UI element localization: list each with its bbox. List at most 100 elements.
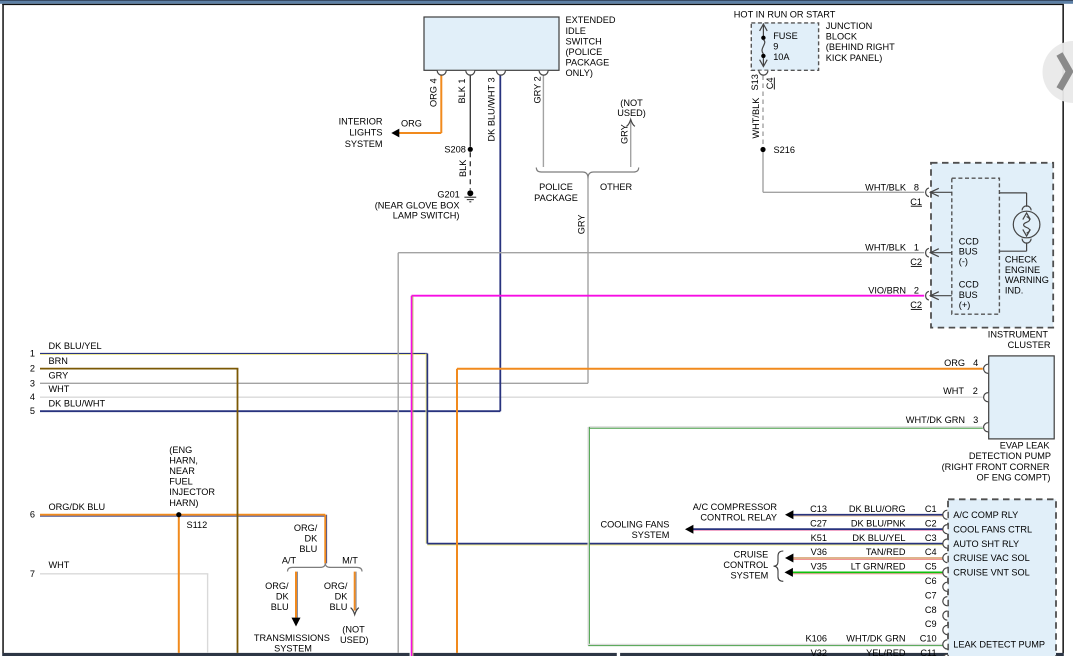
svg-text:OF ENG COMPT): OF ENG COMPT) — [976, 472, 1050, 482]
svg-text:C2: C2 — [925, 518, 937, 528]
svg-text:DK: DK — [276, 592, 290, 602]
svg-text:(POLICE: (POLICE — [566, 47, 603, 57]
svg-text:C7: C7 — [925, 590, 937, 600]
svg-text:WHT/DK GRN: WHT/DK GRN — [846, 634, 905, 644]
svg-text:C2: C2 — [910, 300, 922, 310]
svg-text:WHT: WHT — [49, 560, 70, 570]
svg-text:KICK PANEL): KICK PANEL) — [826, 53, 883, 63]
svg-text:(BEHIND RIGHT: (BEHIND RIGHT — [826, 42, 895, 52]
svg-text:WHT: WHT — [49, 384, 70, 394]
svg-text:ORG: ORG — [401, 119, 422, 129]
svg-text:EVAP LEAK: EVAP LEAK — [1000, 441, 1051, 451]
svg-text:10A: 10A — [773, 52, 790, 62]
svg-text:SYSTEM: SYSTEM — [632, 530, 670, 540]
svg-text:C3: C3 — [925, 533, 937, 543]
svg-text:COOLING FANS: COOLING FANS — [600, 519, 669, 529]
svg-text:BLOCK: BLOCK — [826, 32, 858, 42]
svg-text:PACKAGE: PACKAGE — [534, 193, 578, 203]
svg-text:GRY 2: GRY 2 — [532, 76, 542, 103]
svg-text:3: 3 — [973, 415, 978, 425]
svg-text:PACKAGE: PACKAGE — [566, 58, 610, 68]
svg-text:BLU: BLU — [299, 544, 317, 554]
svg-text:IND.: IND. — [1005, 285, 1023, 295]
svg-text:ENGINE: ENGINE — [1005, 265, 1040, 275]
svg-text:USED): USED) — [617, 108, 646, 118]
svg-text:G201: G201 — [437, 189, 459, 199]
svg-text:LEAK DETECT PUMP: LEAK DETECT PUMP — [953, 640, 1045, 650]
svg-text:CRUISE VNT SOL: CRUISE VNT SOL — [953, 568, 1029, 578]
svg-text:FUSE: FUSE — [773, 31, 798, 41]
svg-text:BLU: BLU — [330, 602, 348, 612]
svg-text:GRY: GRY — [576, 215, 586, 235]
svg-text:(RIGHT FRONT CORNER: (RIGHT FRONT CORNER — [942, 462, 1050, 472]
svg-text:K106: K106 — [806, 634, 827, 644]
svg-text:4: 4 — [973, 358, 978, 368]
svg-text:K51: K51 — [811, 533, 827, 543]
svg-text:(NOT: (NOT — [342, 625, 365, 635]
svg-text:WHT/BLK: WHT/BLK — [865, 242, 907, 252]
svg-text:CHECK: CHECK — [1005, 255, 1038, 265]
svg-text:INSTRUMENT: INSTRUMENT — [988, 329, 1049, 339]
svg-text:FUEL: FUEL — [169, 477, 193, 487]
svg-text:5: 5 — [30, 406, 35, 416]
svg-text:GRY: GRY — [49, 370, 69, 380]
svg-text:CCD: CCD — [959, 236, 979, 246]
svg-text:LIGHTS: LIGHTS — [349, 128, 382, 138]
svg-text:TRANSMISSIONS: TRANSMISSIONS — [254, 633, 330, 643]
svg-text:ORG: ORG — [944, 358, 965, 368]
svg-text:A/C COMP RLY: A/C COMP RLY — [953, 510, 1018, 520]
svg-text:2: 2 — [30, 364, 35, 374]
svg-text:INTERIOR: INTERIOR — [339, 117, 383, 127]
svg-text:(ENG: (ENG — [169, 445, 192, 455]
svg-text:6: 6 — [30, 510, 35, 520]
svg-text:ORG/: ORG/ — [265, 581, 289, 591]
svg-text:BRN: BRN — [49, 356, 68, 366]
svg-text:V32: V32 — [811, 648, 827, 656]
svg-text:7: 7 — [30, 569, 35, 579]
svg-text:C11: C11 — [920, 648, 936, 656]
svg-text:(-): (-) — [959, 256, 968, 266]
svg-text:S13: S13 — [750, 74, 760, 90]
svg-text:WHT/BLK: WHT/BLK — [751, 97, 761, 139]
svg-text:ORG/DK BLU: ORG/DK BLU — [49, 502, 106, 512]
svg-text:YEL/RED: YEL/RED — [866, 648, 906, 656]
svg-text:BUS: BUS — [959, 290, 978, 300]
svg-text:IDLE: IDLE — [566, 26, 586, 36]
svg-text:2: 2 — [973, 386, 978, 396]
svg-text:POLICE: POLICE — [539, 182, 573, 192]
svg-text:C27: C27 — [810, 518, 827, 528]
svg-text:HOT IN RUN OR START: HOT IN RUN OR START — [734, 10, 836, 20]
svg-text:8: 8 — [914, 183, 919, 193]
svg-text:DK BLU/YEL: DK BLU/YEL — [49, 341, 102, 351]
svg-text:LT GRN/RED: LT GRN/RED — [851, 562, 906, 572]
svg-text:ORG/: ORG/ — [324, 581, 348, 591]
svg-text:JUNCTION: JUNCTION — [826, 21, 872, 31]
svg-text:CLUSTER: CLUSTER — [1008, 340, 1051, 350]
svg-text:ONLY): ONLY) — [566, 68, 593, 78]
svg-text:NEAR: NEAR — [169, 466, 195, 476]
svg-text:4: 4 — [30, 392, 35, 402]
svg-text:C13: C13 — [810, 504, 827, 514]
svg-text:C2: C2 — [910, 257, 922, 267]
svg-text:CCD: CCD — [959, 280, 979, 290]
svg-text:CRUISE: CRUISE — [734, 550, 769, 560]
svg-text:DK BLU/ORG: DK BLU/ORG — [849, 504, 906, 514]
svg-text:C9: C9 — [925, 619, 937, 629]
svg-text:ORG/: ORG/ — [294, 523, 318, 533]
svg-text:CONTROL RELAY: CONTROL RELAY — [700, 512, 777, 522]
svg-text:2: 2 — [914, 285, 919, 295]
svg-text:SYSTEM: SYSTEM — [345, 139, 383, 149]
svg-text:HARN,: HARN, — [169, 455, 198, 465]
svg-text:SYSTEM: SYSTEM — [274, 643, 312, 653]
svg-text:BUS: BUS — [959, 246, 978, 256]
svg-text:WHT: WHT — [943, 386, 964, 396]
svg-text:(NOT: (NOT — [620, 98, 643, 108]
svg-text:CRUISE VAC SOL: CRUISE VAC SOL — [953, 553, 1029, 563]
svg-text:TAN/RED: TAN/RED — [866, 547, 906, 557]
svg-text:(+): (+) — [959, 300, 970, 310]
svg-text:WHT/DK GRN: WHT/DK GRN — [906, 415, 965, 425]
svg-text:HARN): HARN) — [169, 498, 198, 508]
svg-text:DK BLU/WHT: DK BLU/WHT — [49, 398, 106, 408]
svg-text:9: 9 — [773, 42, 778, 52]
svg-text:DK BLU/YEL: DK BLU/YEL — [852, 533, 905, 543]
